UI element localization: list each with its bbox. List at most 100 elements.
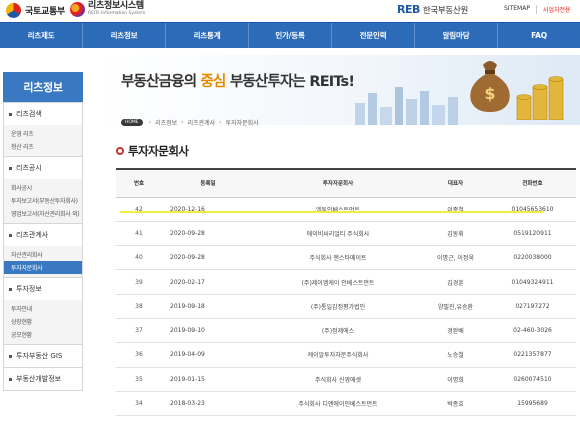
cell-tel: 02-460-3026 — [489, 318, 576, 344]
business-only-link[interactable]: 사업자전용 — [537, 5, 577, 14]
cell-tel: 027197272 — [489, 294, 576, 319]
cell-ceo: 박종호 — [422, 391, 489, 417]
sidebar-subitem-asset-management[interactable]: 자산관리회사 — [4, 248, 82, 261]
cell-date: 2020-09-28 — [162, 245, 254, 271]
sidebar-item-reits-search[interactable]: 리츠검색 — [4, 102, 82, 125]
cell-ceo: 노승철 — [422, 342, 489, 368]
cell-ceo: 김동휘 — [422, 221, 489, 247]
cell-company[interactable]: 주식회사 젠스타메이트 — [254, 245, 422, 271]
reb-label: 한국부동산원 — [422, 5, 468, 16]
cell-company[interactable]: 주식회사 디앤에이인베스트먼트 — [254, 391, 422, 417]
table-row[interactable]: 38 2019-09-18 (주)통일감정평가법인 양필진,유승환 027197272 — [116, 294, 576, 319]
nav-item-professionals[interactable]: 전문인력 — [332, 23, 415, 48]
reb-logo[interactable]: REB 한국부동산원 — [397, 3, 468, 16]
cell-date: 2019-09-10 — [162, 318, 254, 344]
table-row[interactable]: 332016-05-26(주)대화감정평가법인안정덕025252733 — [116, 415, 576, 423]
cell-date: 2019-04-09 — [162, 342, 254, 368]
sidebar-subitem-operating-reits[interactable]: 운영 리츠 — [4, 127, 82, 140]
banner-highlight: 중심 — [200, 74, 227, 90]
bullet-icon — [9, 112, 12, 116]
highlight-underline — [120, 211, 544, 213]
nav-item-notices[interactable]: 알림마당 — [415, 23, 498, 48]
nav-item-approval[interactable]: 인가/등록 — [249, 23, 332, 48]
sidebar-item-investment-info[interactable]: 투자정보 — [4, 277, 82, 300]
sidebar-section-search: 리츠검색 운영 리츠 청산 리츠 리츠공시 회사공시 투자보고서(부동산투자회사… — [3, 102, 83, 391]
breadcrumb-item[interactable]: 리츠정보 — [151, 118, 181, 127]
nav-item-reits-stats[interactable]: 리츠통계 — [166, 23, 249, 48]
cell-tel: 0220038000 — [489, 245, 576, 271]
table-row[interactable]: 40 2020-09-28 주식회사 젠스타메이트 이명근, 이정욱 022003800… — [116, 245, 576, 271]
cell-tel: 025252733 — [489, 415, 576, 423]
coin-stack-icon — [516, 76, 564, 120]
reits-title: 리츠정보시스템 — [88, 1, 144, 12]
cell-ceo: 양필진,유승환 — [422, 294, 489, 319]
table-row[interactable]: 422020-12-16엘투인베스트먼트이종철01045653610 — [116, 197, 576, 222]
sidebar-subitem-investment-advisory[interactable]: 투자자문회사 — [4, 261, 82, 274]
bullet-icon — [9, 377, 12, 381]
table-row[interactable]: 34 2018-03-23 주식회사 디앤에이인베스트먼트 박종호 15995689 — [116, 391, 576, 417]
cell-company[interactable]: 케이알투자자문주식회사 — [254, 342, 422, 368]
cell-no: 35 — [116, 367, 162, 392]
molit-label: 국토교통부 — [25, 7, 65, 17]
breadcrumb-home[interactable]: HOME — [121, 119, 143, 126]
table-row[interactable]: 35 2019-01-15 주식회사 신영에셋 이명희 0260074510 — [116, 367, 576, 392]
sidebar-item-reits-disclosure[interactable]: 리츠공시 — [4, 156, 82, 179]
cell-ceo: 이명근, 이정욱 — [422, 245, 489, 271]
table-row[interactable]: 37 2019-09-10 (주)정제에스 경완배 02-460-3026 — [116, 318, 576, 344]
sidebar: 리츠정보 리츠검색 운영 리츠 청산 리츠 리츠공시 회사공시 투자보고서(부동… — [3, 72, 83, 391]
hero-banner: 부동산금융의 중심 부동산투자는 REITs! $ — [93, 55, 580, 125]
sidebar-subitem-investment-guide[interactable]: 투자안내 — [4, 302, 82, 315]
cell-company[interactable]: (주)대화감정평가법인 — [254, 415, 422, 423]
header-company: 투자자문회사 — [254, 169, 422, 198]
table-row[interactable]: 41 2020-09-28 에이비씨리얼티 주식회사 김동휘 0519120911 — [116, 221, 576, 247]
bullet-icon — [9, 166, 12, 170]
nav-item-reits-system[interactable]: 리츠제도 — [0, 23, 83, 48]
breadcrumb-item[interactable]: 리츠관계사 — [184, 118, 220, 127]
sidebar-subitem-investment-report[interactable]: 투자보고서(부동산투자회사) — [4, 194, 82, 207]
sidebar-subitem-company-disclosure[interactable]: 회사공시 — [4, 181, 82, 194]
header-ceo: 대표자 — [422, 169, 489, 198]
bullet-icon — [9, 287, 12, 291]
sitemap-link[interactable]: SITEMAP — [498, 5, 537, 14]
sidebar-item-gis[interactable]: 투자부동산 GIS — [4, 344, 82, 367]
cell-date: 2019-09-18 — [162, 294, 254, 319]
title-bullet-icon — [116, 147, 124, 155]
sidebar-item-reits-affiliates[interactable]: 리츠관계사 — [4, 223, 82, 246]
top-bar: 국토교통부 리츠정보시스템 REITs Information System R… — [0, 0, 580, 22]
breadcrumb: HOME › 리츠정보 › 리츠관계사 › 투자자문회사 — [121, 118, 263, 127]
cell-date: 2020-02-17 — [162, 269, 254, 295]
cell-company[interactable]: (주)정제에스 — [254, 318, 422, 344]
sidebar-subitem-business-report[interactable]: 영업보고서(자산관리회사 외) — [4, 207, 82, 220]
sidebar-subitem-liquidated-reits[interactable]: 청산 리츠 — [4, 140, 82, 153]
table-row[interactable]: 36 2019-04-09 케이알투자자문주식회사 노승철 0221357877 — [116, 342, 576, 368]
nav-item-faq[interactable]: FAQ — [498, 23, 580, 48]
money-bag-icon: $ — [470, 61, 510, 112]
reb-mark: REB — [397, 3, 420, 16]
cell-tel: 0221357877 — [489, 342, 576, 368]
header-date: 등록일 — [162, 169, 254, 198]
reits-emblem-icon — [70, 2, 85, 17]
nav-item-reits-info[interactable]: 리츠정보 — [83, 23, 166, 48]
molit-logo[interactable]: 국토교통부 — [6, 3, 65, 18]
cell-company[interactable]: (주)통일감정평가법인 — [254, 294, 422, 319]
cell-tel: 15995689 — [489, 391, 576, 417]
cell-company[interactable]: (주)제이엠케이 인베스트먼트 — [254, 269, 422, 295]
breadcrumb-item-current: 투자자문회사 — [225, 120, 259, 127]
sidebar-item-development-info[interactable]: 부동산개발정보 — [4, 367, 82, 390]
cell-ceo: 경완배 — [422, 318, 489, 344]
cell-company[interactable]: 에이비씨리얼티 주식회사 — [254, 221, 422, 247]
cell-no: 42 — [116, 197, 162, 222]
cell-no: 41 — [116, 221, 162, 247]
city-skyline-icon — [355, 87, 458, 125]
sidebar-subitem-listing-status[interactable]: 상장현황 — [4, 315, 82, 328]
cell-no: 33 — [116, 415, 162, 423]
cell-company[interactable]: 주식회사 신영에셋 — [254, 367, 422, 392]
table-row[interactable]: 39 2020-02-17 (주)제이엠케이 인베스트먼트 김경훈 0104932491… — [116, 269, 576, 295]
cell-no: 38 — [116, 294, 162, 319]
reits-logo[interactable]: 리츠정보시스템 REITs Information System — [70, 2, 145, 17]
top-links: SITEMAP 사업자전용 — [498, 5, 577, 14]
sidebar-subitem-offering-status[interactable]: 공모현황 — [4, 328, 82, 341]
main-nav: 리츠제도 리츠정보 리츠통계 인가/등록 전문인력 알림마당 FAQ — [0, 22, 580, 48]
cell-company[interactable]: 엘투인베스트먼트 — [254, 197, 422, 222]
cell-no: 37 — [116, 318, 162, 344]
